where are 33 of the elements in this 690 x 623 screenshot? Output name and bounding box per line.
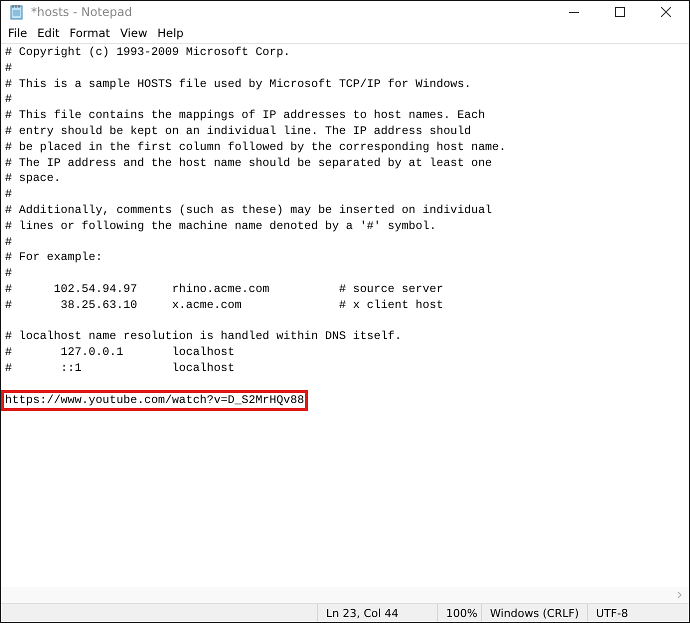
- text-line: # This file contains the mappings of IP addresses to host names. Each: [5, 109, 486, 122]
- maximize-icon: [615, 7, 625, 17]
- menu-item[interactable]: Edit: [32, 25, 65, 41]
- menu-item[interactable]: View: [115, 25, 152, 41]
- text-line: # For example:: [5, 251, 102, 264]
- text-line: #: [5, 236, 12, 249]
- text-line: # 102.54.94.97 rhino.acme.com # source server: [5, 282, 444, 296]
- text-line: # entry should be kept on an individual line. The IP address should: [5, 124, 472, 138]
- text-line: #: [5, 62, 12, 75]
- menu-item[interactable]: Help: [152, 25, 189, 41]
- text-line: # lines or following the machine name denoted by a '#' symbol.: [5, 220, 436, 233]
- window-title: *hosts - Notepad: [31, 5, 134, 19]
- text-line: #: [5, 267, 12, 280]
- status-text: Windows (CRLF): [481, 604, 587, 622]
- text-line: # ::1 localhost: [5, 362, 235, 375]
- status-text: Ln 23, Col 44: [317, 604, 437, 622]
- text-line: # be placed in the first column followed by the corresponding host name.: [5, 140, 506, 154]
- status-text: 100%: [437, 604, 481, 622]
- text-line: # localhost name resolution is handled within DNS itself.: [5, 330, 402, 344]
- menu-item[interactable]: Format: [64, 25, 116, 41]
- text-line: #: [5, 93, 12, 106]
- text-line: # This is a sample HOSTS file used by Microsoft TCP/IP for Windows.: [5, 78, 472, 91]
- close-icon: [661, 7, 671, 17]
- text-line: # Additionally, comments (such as these) may be inserted on individual: [5, 204, 492, 217]
- text-line: # 38.25.63.10 x.acme.com # x client host: [5, 298, 444, 312]
- menu-item[interactable]: File: [3, 25, 32, 41]
- text-line: # 127.0.0.1 localhost: [5, 346, 235, 360]
- text-line: #: [5, 188, 12, 202]
- status-text: UTF-8: [587, 604, 689, 622]
- text-line: # space.: [5, 172, 61, 186]
- text-line: # The IP address and the host name should be separated by at least one: [5, 156, 492, 170]
- notepad-icon: [9, 4, 25, 20]
- text-line: # Copyright (c) 1993-2009 Microsoft Corp.: [5, 46, 290, 59]
